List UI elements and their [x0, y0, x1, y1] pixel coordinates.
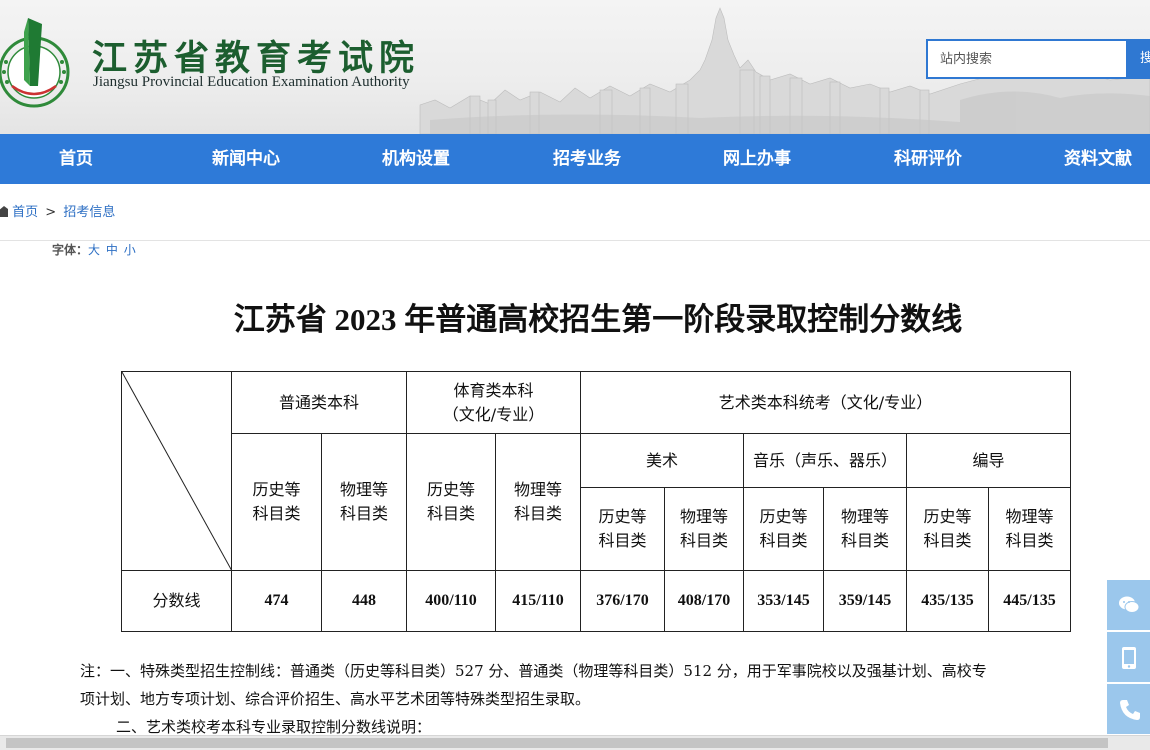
search-input[interactable]	[928, 41, 1124, 77]
breadcrumb-separator: >	[45, 205, 57, 220]
nav-item-research[interactable]: 科研评价	[890, 134, 966, 184]
mobile-icon	[1122, 647, 1136, 669]
subject-line: 历史等	[598, 507, 647, 526]
row-label: 分数线	[121, 570, 232, 632]
header-sports: 体育类本科 （文化/专业）	[406, 371, 581, 434]
subject-line: 物理等	[1005, 507, 1054, 526]
subject-line: 科目类	[840, 531, 889, 550]
home-icon	[0, 206, 8, 217]
subject-line: 科目类	[513, 504, 562, 523]
score-table: 普通类本科 体育类本科 （文化/专业） 艺术类本科统考（文化/专业） 历史等 科…	[121, 371, 1071, 632]
subject-music-physics: 物理等 科目类	[823, 487, 907, 571]
font-size-label: 字体：	[52, 243, 89, 257]
horizontal-scrollbar[interactable]	[0, 735, 1150, 750]
subject-line: 科目类	[598, 531, 647, 550]
header-sports-line2: （文化/专业）	[442, 404, 545, 424]
subject-line: 科目类	[339, 504, 388, 523]
note-line: 注：一、特殊类型招生控制线：普通类（历史等科目类）527 分、普通类（物理等科目…	[80, 662, 987, 680]
subject-line: 物理等	[840, 507, 889, 526]
art-subgroup-fine-arts: 美术	[580, 433, 744, 488]
header-art: 艺术类本科统考（文化/专业）	[580, 371, 1071, 434]
breadcrumb: 首页 > 招考信息	[0, 204, 115, 222]
score-cell: 400/110	[406, 570, 496, 632]
score-cell: 474	[231, 570, 322, 632]
nav-item-admissions[interactable]: 招考业务	[549, 134, 625, 184]
breadcrumb-home[interactable]: 首页	[12, 205, 38, 220]
float-wechat-button[interactable]	[1107, 580, 1150, 630]
font-size-small[interactable]: 小	[124, 243, 136, 257]
nav-item-home[interactable]: 首页	[56, 134, 96, 184]
subject-sports-physics: 物理等 科目类	[495, 433, 581, 571]
header-sports-line1: 体育类本科	[453, 380, 534, 400]
subject-line: 物理等	[513, 480, 562, 499]
search-box: 搜	[926, 39, 1150, 79]
phone-icon	[1120, 700, 1140, 720]
authority-logo[interactable]	[0, 14, 76, 110]
score-cell: 408/170	[664, 570, 744, 632]
subject-line: 物理等	[679, 507, 728, 526]
subject-line: 科目类	[923, 531, 972, 550]
header-general: 普通类本科	[231, 371, 407, 434]
subject-line: 科目类	[679, 531, 728, 550]
nav-item-online-services[interactable]: 网上办事	[719, 134, 795, 184]
art-subgroup-music: 音乐（声乐、器乐）	[743, 433, 907, 488]
scrollbar-thumb[interactable]	[6, 738, 1108, 748]
subject-directing-physics: 物理等 科目类	[988, 487, 1071, 571]
score-cell: 448	[321, 570, 407, 632]
float-mobile-button[interactable]	[1107, 632, 1150, 682]
subject-line: 科目类	[759, 531, 808, 550]
diagonal-line	[122, 372, 232, 571]
divider	[0, 240, 1150, 241]
score-cell: 376/170	[580, 570, 665, 632]
article-notes: 注：一、特殊类型招生控制线：普通类（历史等科目类）527 分、普通类（物理等科目…	[80, 657, 1115, 741]
subject-line: 科目类	[252, 504, 301, 523]
search-button[interactable]: 搜	[1126, 39, 1150, 79]
subject-directing-history: 历史等 科目类	[906, 487, 989, 571]
subject-line: 物理等	[339, 480, 388, 499]
subject-music-history: 历史等 科目类	[743, 487, 824, 571]
site-subtitle: Jiangsu Provincial Education Examination…	[93, 74, 410, 90]
subject-fine-arts-history: 历史等 科目类	[580, 487, 665, 571]
subject-general-physics: 物理等 科目类	[321, 433, 407, 571]
subject-sports-history: 历史等 科目类	[406, 433, 496, 571]
font-size-medium[interactable]: 中	[106, 243, 118, 257]
art-subgroup-directing: 编导	[906, 433, 1071, 488]
score-cell: 415/110	[495, 570, 581, 632]
subject-line: 历史等	[923, 507, 972, 526]
main-nav: 首页 新闻中心 机构设置 招考业务 网上办事 科研评价 资料文献	[0, 134, 1150, 184]
font-size-large[interactable]: 大	[88, 243, 100, 257]
subject-line: 历史等	[426, 480, 475, 499]
subject-fine-arts-physics: 物理等 科目类	[664, 487, 744, 571]
article-title: 江苏省 2023 年普通高校招生第一阶段录取控制分数线	[233, 302, 963, 337]
nav-item-documents[interactable]: 资料文献	[1060, 134, 1136, 184]
subject-line: 科目类	[1005, 531, 1054, 550]
score-cell: 353/145	[743, 570, 824, 632]
score-cell: 435/135	[906, 570, 989, 632]
subject-line: 历史等	[759, 507, 808, 526]
subject-line: 科目类	[426, 504, 475, 523]
note-line: 项计划、地方专项计划、综合评价招生、高水平艺术团等特殊类型招生录取。	[80, 690, 591, 708]
subject-line: 历史等	[252, 480, 301, 499]
subject-general-history: 历史等 科目类	[231, 433, 322, 571]
font-size-switcher: 字体：大 中 小	[52, 241, 138, 258]
float-phone-button[interactable]	[1107, 684, 1150, 734]
site-header: 江苏省教育考试院 Jiangsu Provincial Education Ex…	[0, 0, 1150, 134]
table-corner	[121, 371, 232, 571]
breadcrumb-current[interactable]: 招考信息	[63, 205, 115, 220]
score-cell: 445/135	[988, 570, 1071, 632]
wechat-icon	[1119, 596, 1140, 613]
nav-item-news[interactable]: 新闻中心	[208, 134, 284, 184]
score-cell: 359/145	[823, 570, 907, 632]
nav-item-organization[interactable]: 机构设置	[378, 134, 454, 184]
